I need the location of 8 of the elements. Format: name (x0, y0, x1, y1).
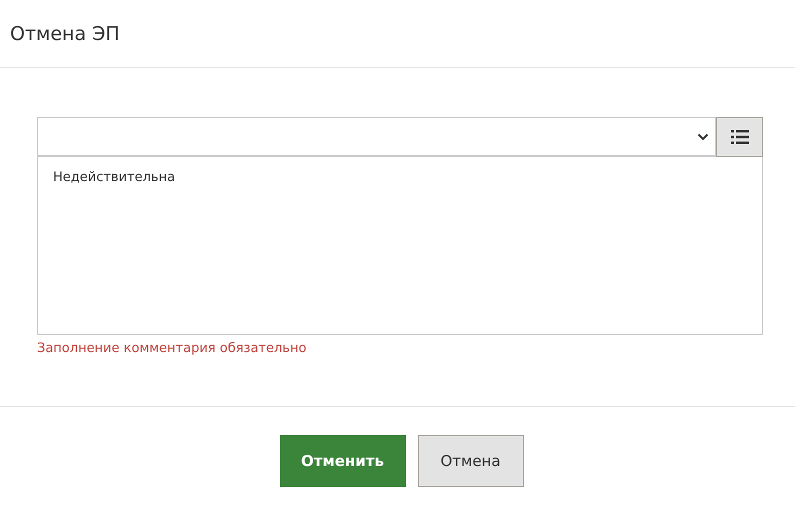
list-button[interactable] (716, 117, 763, 157)
list-icon (730, 130, 748, 144)
chevron-down-icon (697, 132, 709, 140)
cancel-button[interactable]: Отмена (418, 435, 524, 487)
error-message: Заполнение комментария обязательно (37, 341, 308, 356)
dialog-title: Отмена ЭП (10, 22, 120, 44)
comment-field[interactable]: Недействительна (37, 157, 763, 335)
confirm-button[interactable]: Отменить (280, 435, 406, 487)
